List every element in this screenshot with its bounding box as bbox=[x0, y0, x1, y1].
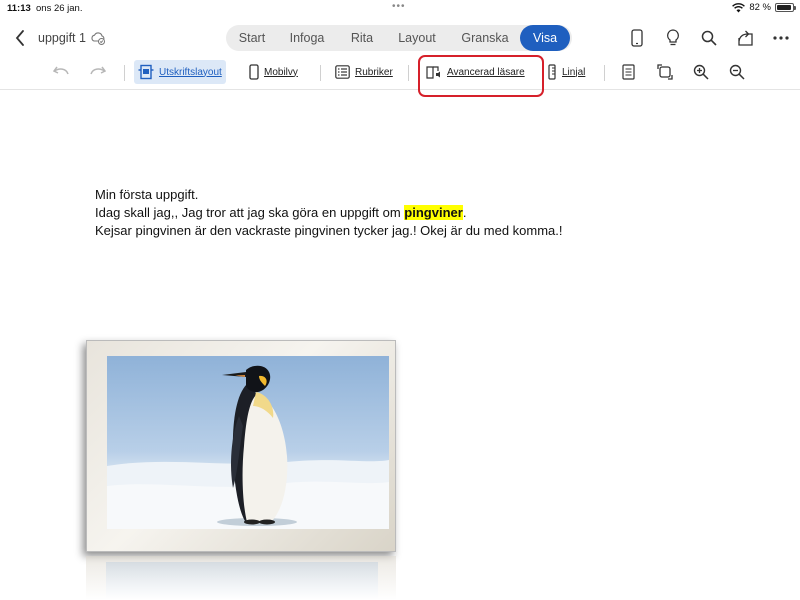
zoom-in-button[interactable] bbox=[693, 60, 709, 84]
zoom-out-icon bbox=[729, 64, 745, 80]
headings-button[interactable]: Rubriker bbox=[335, 60, 393, 84]
paragraph-2-text: Idag skall jag,, Jag tror att jag ska gö… bbox=[95, 205, 405, 220]
paragraph-2-end: . bbox=[462, 205, 467, 220]
status-indicators: 82 % bbox=[732, 2, 796, 13]
zoom-out-button[interactable] bbox=[729, 60, 745, 84]
undo-button[interactable] bbox=[53, 60, 71, 84]
highlighted-word: pingviner bbox=[404, 205, 463, 220]
fit-page-icon bbox=[657, 64, 673, 80]
ruler-label: Linjal bbox=[562, 66, 586, 78]
battery-icon bbox=[775, 3, 796, 12]
document-page-icon bbox=[622, 64, 635, 80]
mobile-icon bbox=[249, 64, 259, 80]
fit-page-button[interactable] bbox=[657, 60, 673, 84]
tab-infoga[interactable]: Infoga bbox=[282, 25, 332, 51]
divider bbox=[320, 65, 321, 81]
top-bar: uppgift 1 Start Infoga Rita Layout Grans… bbox=[0, 22, 800, 54]
redo-button[interactable] bbox=[88, 60, 106, 84]
tab-start[interactable]: Start bbox=[230, 25, 274, 51]
document-title[interactable]: uppgift 1 bbox=[38, 31, 86, 45]
print-layout-icon bbox=[138, 64, 154, 80]
more-options-icon[interactable] bbox=[770, 27, 792, 49]
share-icon[interactable] bbox=[734, 27, 756, 49]
paragraph-1: Min första uppgift. bbox=[95, 187, 199, 202]
print-layout-label: Utskriftslayout bbox=[159, 66, 222, 78]
picture-reflection bbox=[86, 556, 396, 600]
divider bbox=[124, 65, 125, 81]
divider bbox=[604, 65, 605, 81]
penguin-photo[interactable] bbox=[107, 356, 389, 529]
document-body[interactable]: Min första uppgift. Idag skall jag,, Jag… bbox=[95, 186, 715, 240]
headings-icon bbox=[335, 65, 350, 79]
paragraph-3: Kejsar pingvinen är den vackraste pingvi… bbox=[95, 223, 563, 238]
divider bbox=[408, 65, 409, 81]
tab-layout[interactable]: Layout bbox=[390, 25, 444, 51]
phone-view-icon[interactable] bbox=[626, 27, 648, 49]
ruler-icon bbox=[548, 64, 556, 80]
annotation-highlight-box bbox=[418, 55, 544, 97]
print-layout-button[interactable]: Utskriftslayout bbox=[134, 60, 226, 84]
headings-label: Rubriker bbox=[355, 66, 393, 78]
lightbulb-icon[interactable] bbox=[662, 27, 684, 49]
cloud-sync-icon[interactable] bbox=[90, 30, 106, 46]
view-ribbon: Utskriftslayout Mobilvy Rubriker Avancer… bbox=[0, 56, 800, 90]
status-date: ons 26 jan. bbox=[36, 3, 83, 14]
page-view-button[interactable] bbox=[622, 60, 635, 84]
zoom-in-icon bbox=[693, 64, 709, 80]
status-bar: 11:13 ons 26 jan. ••• 82 % bbox=[0, 0, 800, 18]
redo-icon bbox=[90, 66, 106, 75]
chevron-left-icon bbox=[15, 30, 24, 46]
ruler-button[interactable]: Linjal bbox=[548, 60, 585, 84]
ribbon-tabs: Start Infoga Rita Layout Granska Visa bbox=[226, 25, 572, 51]
status-time: 11:13 bbox=[7, 3, 31, 14]
search-icon[interactable] bbox=[698, 27, 720, 49]
penguin-illustration bbox=[107, 365, 389, 529]
paragraph-2: Idag skall jag,, Jag tror att jag ska gö… bbox=[95, 204, 715, 222]
mobile-view-label: Mobilvy bbox=[264, 66, 298, 78]
undo-icon bbox=[53, 66, 69, 75]
tab-visa[interactable]: Visa bbox=[520, 25, 570, 51]
back-button[interactable] bbox=[10, 28, 30, 48]
tab-granska[interactable]: Granska bbox=[452, 25, 518, 51]
battery-percent: 82 % bbox=[749, 2, 771, 13]
mobile-view-button[interactable]: Mobilvy bbox=[249, 60, 298, 84]
wifi-icon bbox=[732, 2, 746, 12]
multitasking-dots-icon[interactable]: ••• bbox=[392, 1, 406, 12]
tab-rita[interactable]: Rita bbox=[342, 25, 382, 51]
